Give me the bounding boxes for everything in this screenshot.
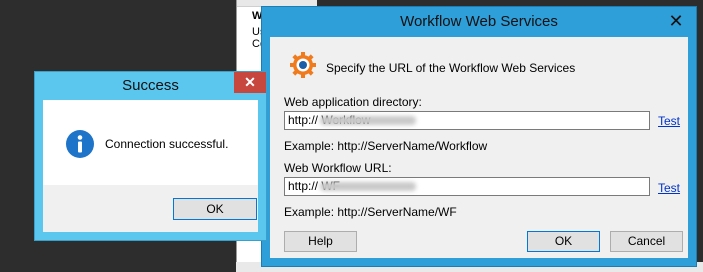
redacted-host xyxy=(320,116,416,125)
success-close-button[interactable]: ✕ xyxy=(234,72,266,93)
web-app-dir-example: Example: http://ServerName/Workflow xyxy=(284,139,488,153)
gear-icon xyxy=(290,52,316,78)
test-web-app-dir-link[interactable]: Test xyxy=(658,114,680,128)
dialog-heading: Specify the URL of the Workflow Web Serv… xyxy=(326,61,576,75)
help-button[interactable]: Help xyxy=(284,231,357,252)
ok-button[interactable]: OK xyxy=(527,231,600,252)
web-workflow-url-example: Example: http://ServerName/WF xyxy=(284,205,457,219)
success-message-area: Connection successful. xyxy=(43,100,258,185)
redacted-host xyxy=(320,182,416,191)
web-workflow-url-label: Web Workflow URL: xyxy=(284,161,392,175)
dialog-title: Workflow Web Services xyxy=(400,13,558,30)
success-dialog-client: Connection successful. OK xyxy=(43,100,258,232)
success-ok-button[interactable]: OK xyxy=(173,198,257,220)
success-dialog: Success ✕ Connection successful. OK xyxy=(34,71,267,241)
cancel-button[interactable]: Cancel xyxy=(610,231,683,252)
test-web-workflow-url-link[interactable]: Test xyxy=(658,181,680,195)
dialog-client-area: Specify the URL of the Workflow Web Serv… xyxy=(270,37,688,258)
success-dialog-title: Success xyxy=(122,77,179,94)
success-message: Connection successful. xyxy=(105,137,229,151)
close-button[interactable]: ✕ xyxy=(661,9,691,33)
workflow-web-services-dialog: Workflow Web Services ✕ Specify the URL … xyxy=(261,6,697,267)
info-icon xyxy=(66,130,94,158)
web-app-dir-label: Web application directory: xyxy=(284,95,422,109)
